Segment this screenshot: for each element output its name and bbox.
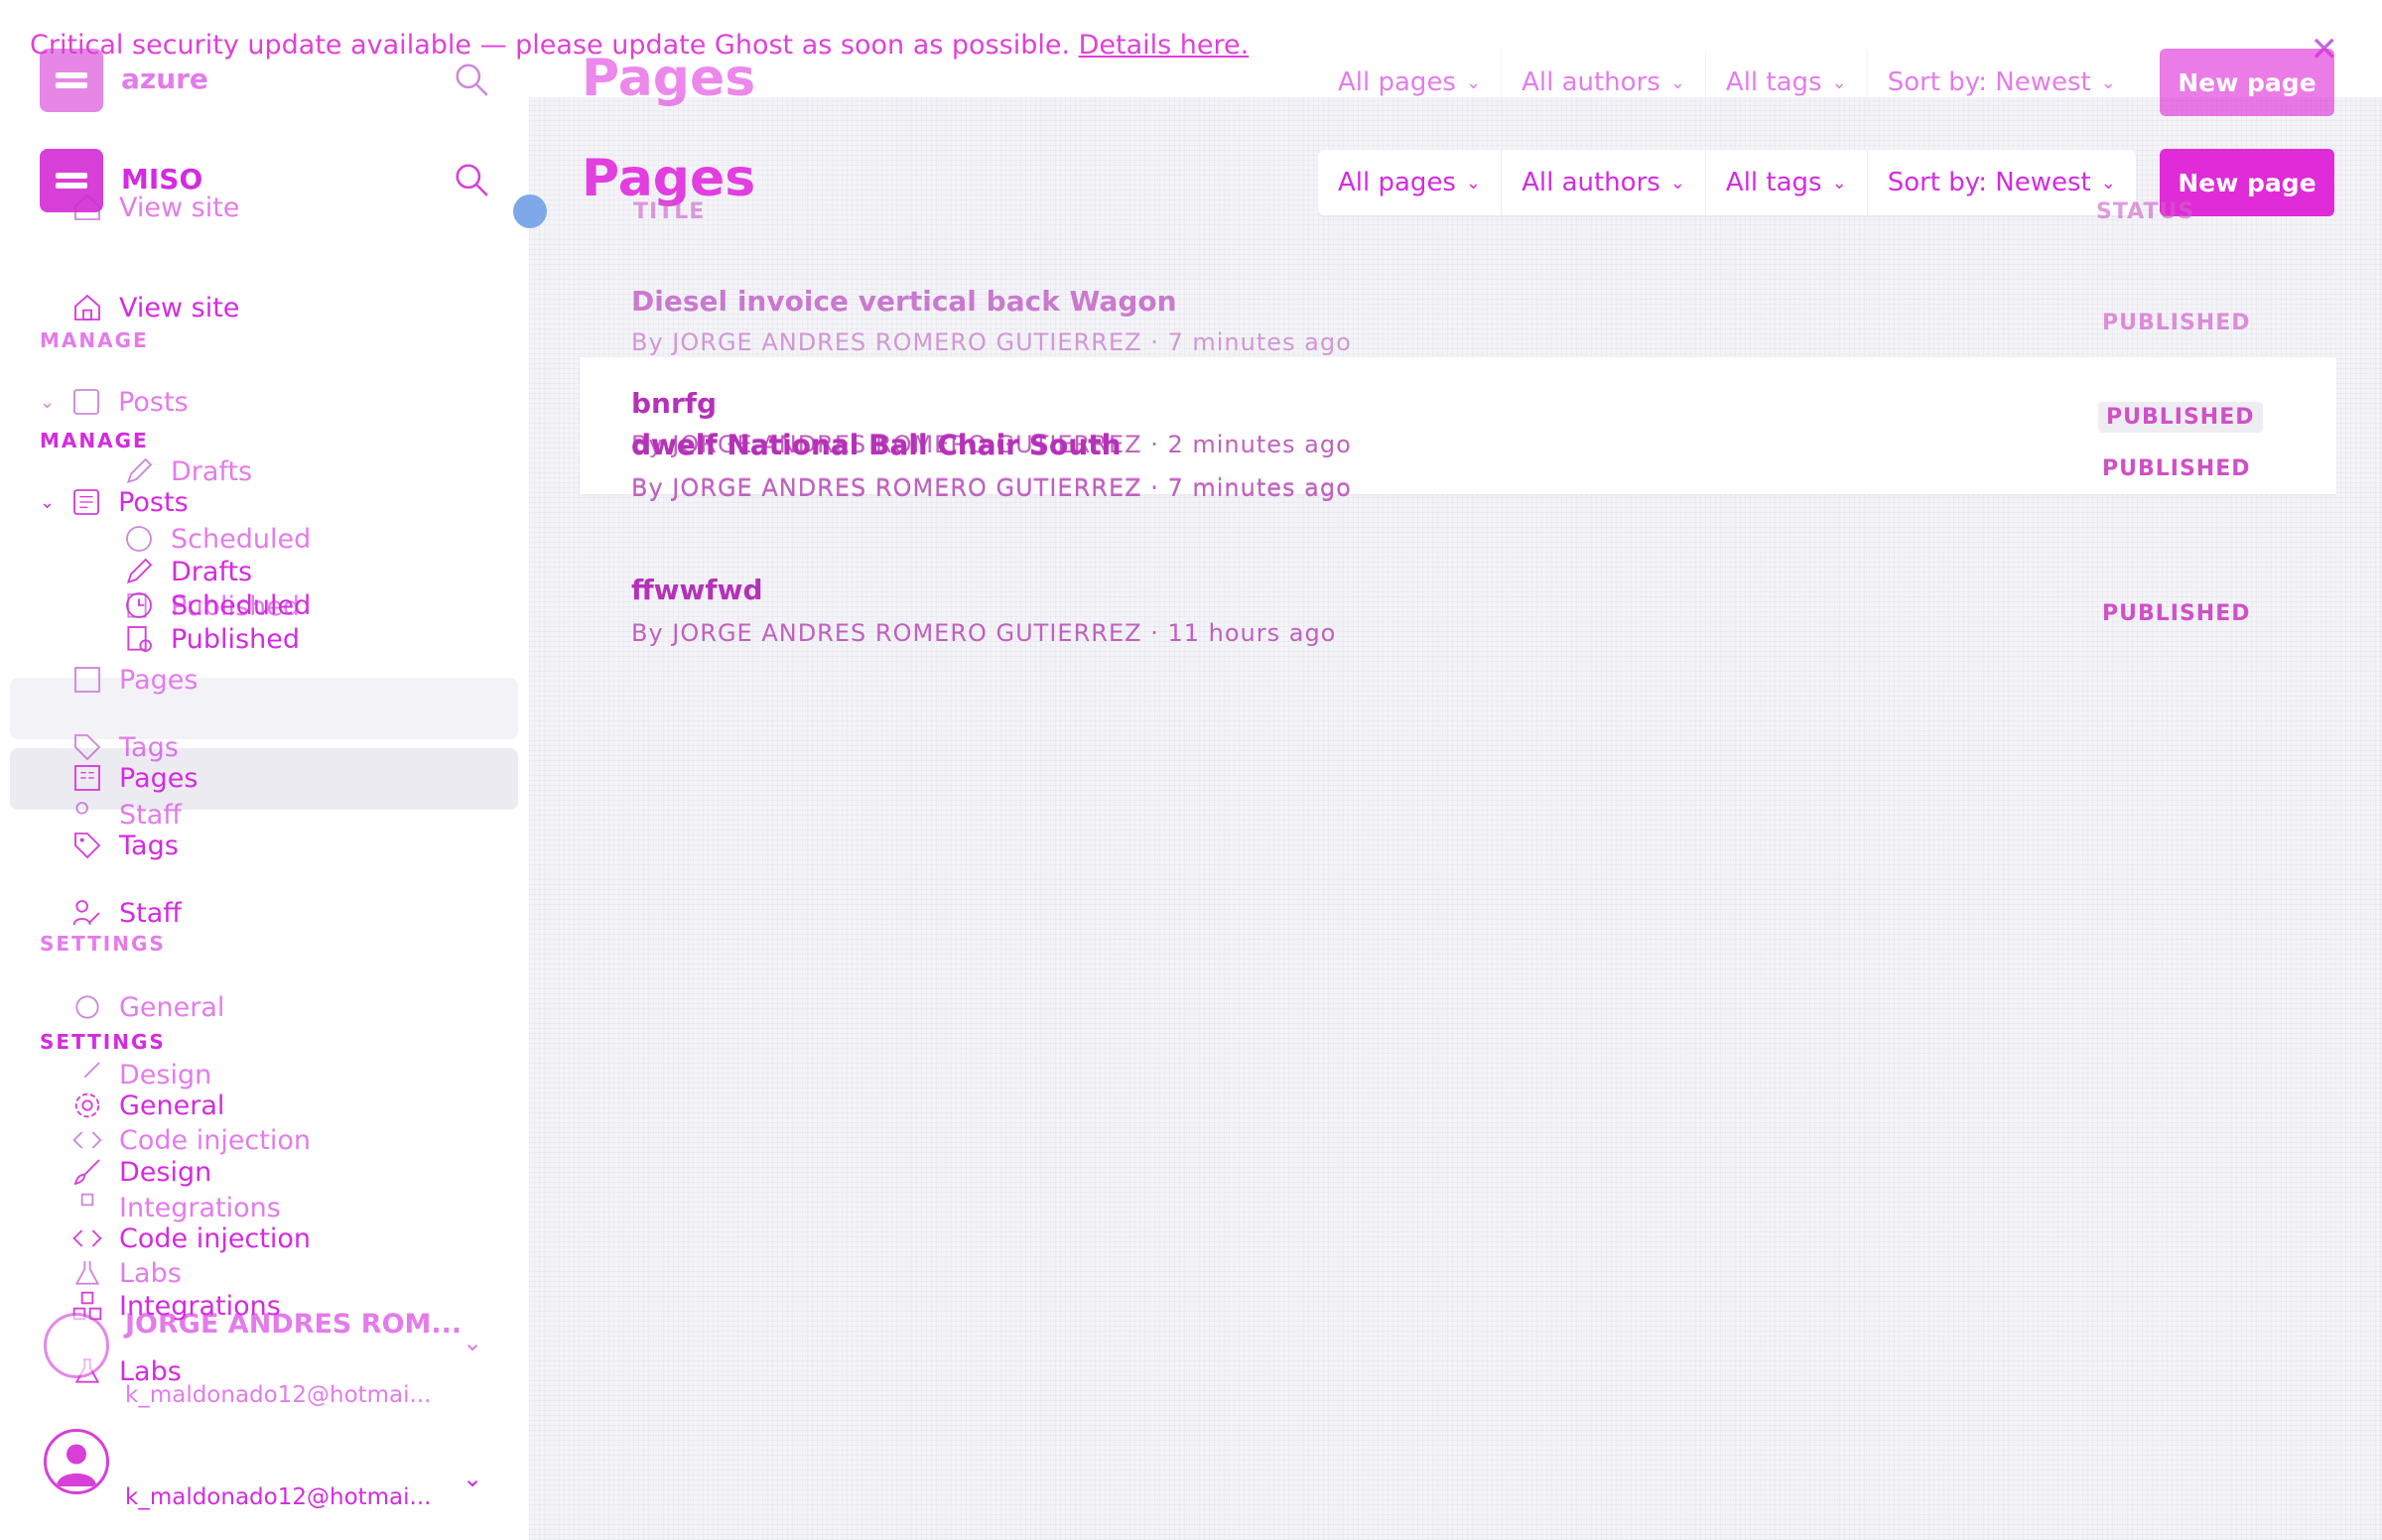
pages-icon <box>74 667 100 693</box>
user-email: k_maldonado12@hotmai... <box>125 1382 432 1408</box>
brush-icon <box>83 1062 100 1079</box>
sidebar-item-code-injection[interactable]: Code injection <box>71 1124 311 1156</box>
code-icon <box>72 1131 102 1149</box>
sidebar-item-posts[interactable]: ⌄ Posts <box>40 386 189 418</box>
design-label: Design <box>119 1059 212 1091</box>
staff-label: Staff <box>119 799 182 831</box>
published-icon <box>127 593 147 618</box>
user-icon <box>57 1444 96 1486</box>
settings-section-label: SETTINGS <box>40 932 166 956</box>
sort-label: Sort by: Newest <box>1887 67 2091 97</box>
row-title[interactable]: dwelf National Ball Chair South <box>631 428 1122 460</box>
sidebar-item-scheduled[interactable]: Scheduled <box>123 523 311 555</box>
sidebar-item-tags[interactable]: Tags <box>71 731 179 763</box>
chevron-down-icon: ⌄ <box>40 391 56 413</box>
filter-authors-dropdown[interactable]: All authors ⌄ <box>1502 50 1706 115</box>
sidebar-item-general[interactable]: General <box>71 991 224 1023</box>
chevron-down-icon: ⌄ <box>2100 71 2116 93</box>
row-meta: By JORGE ANDRES ROMERO GUTIERREZ · 7 min… <box>631 473 1352 501</box>
manage-section-label: MANAGE <box>40 328 149 352</box>
new-page-button[interactable]: New page <box>2160 49 2334 116</box>
gear-icon <box>75 995 99 1019</box>
user-menu-chevron-icon[interactable]: ⌄ <box>463 1465 482 1492</box>
sidebar-item-drafts[interactable]: Drafts <box>123 455 252 487</box>
posts-label: Posts <box>118 386 189 418</box>
row-meta: By JORGE ANDRES ROMERO GUTIERREZ · 7 min… <box>631 328 1352 356</box>
site-name: azure <box>121 63 208 95</box>
sidebar-item-view-site[interactable]: View site <box>71 192 239 223</box>
page-title: Pages <box>582 49 756 108</box>
column-header-status: STATUS <box>2096 199 2195 224</box>
mouse-cursor <box>513 194 547 228</box>
sidebar-item-published[interactable]: Published <box>123 590 300 622</box>
user-menu-chevron-icon[interactable]: ⌄ <box>463 1329 482 1356</box>
sidebar-item-staff[interactable]: Staff <box>71 799 182 831</box>
home-icon <box>74 193 100 220</box>
chevron-down-icon: ⌄ <box>1465 71 1482 93</box>
row-time: 7 minutes ago <box>1167 473 1352 501</box>
staff-icon <box>75 802 88 815</box>
labs-label: Labs <box>119 1257 182 1289</box>
flask-icon <box>74 1261 100 1285</box>
published-label: Published <box>171 590 300 622</box>
pages-label: Pages <box>119 664 198 696</box>
site-logo <box>40 49 103 112</box>
avatar[interactable] <box>44 1313 109 1378</box>
filter-tags-label: All tags <box>1725 67 1822 97</box>
chevron-down-icon: ⌄ <box>1669 71 1685 93</box>
filter-bar: All pages ⌄ All authors ⌄ All tags ⌄ Sort b… <box>1318 50 2136 115</box>
user-name: JORGE ANDRES ROM... <box>125 1309 463 1340</box>
sidebar-item-pages[interactable]: Pages <box>71 664 198 696</box>
integrations-label: Integrations <box>119 1192 281 1223</box>
status-badge: PUBLISHED <box>2102 311 2251 335</box>
filter-pages-label: All pages <box>1338 67 1456 97</box>
general-label: General <box>119 991 225 1023</box>
clock-icon <box>126 526 152 552</box>
tag-icon <box>74 734 101 761</box>
tags-label: Tags <box>119 731 179 763</box>
search-icon[interactable] <box>453 61 490 98</box>
integrations-icon <box>80 1193 94 1207</box>
view-site-label: View site <box>119 192 240 223</box>
user-email: k_maldonado12@hotmai... <box>125 1484 432 1510</box>
row-separator: · <box>1150 328 1159 356</box>
posts-icon <box>73 389 100 415</box>
filter-pages-dropdown[interactable]: All pages ⌄ <box>1318 50 1503 115</box>
chevron-down-icon: ⌄ <box>1831 71 1847 93</box>
ghost-layer: azure View site MANAGE ⌄ Posts Drafts Sc… <box>0 0 2382 1440</box>
sidebar-item-design[interactable]: Design <box>71 1059 211 1091</box>
drafts-label: Drafts <box>171 455 253 487</box>
filter-authors-label: All authors <box>1522 67 1660 97</box>
row-author: By JORGE ANDRES ROMERO GUTIERREZ <box>631 473 1142 501</box>
pencil-icon <box>126 457 153 484</box>
filter-tags-dropdown[interactable]: All tags ⌄ <box>1706 50 1868 115</box>
sidebar-item-labs[interactable]: Labs <box>71 1257 182 1289</box>
scheduled-label: Scheduled <box>171 523 312 555</box>
code-injection-label: Code injection <box>119 1124 311 1156</box>
row-time: 7 minutes ago <box>1167 328 1352 356</box>
row-title[interactable]: Diesel invoice vertical back Wagon <box>631 285 1177 318</box>
row-author: By JORGE ANDRES ROMERO GUTIERREZ <box>631 328 1142 356</box>
sort-dropdown[interactable]: Sort by: Newest ⌄ <box>1868 50 2136 115</box>
row-separator: · <box>1150 473 1159 501</box>
sidebar-item-integrations[interactable]: Integrations <box>71 1192 281 1223</box>
column-header-title: TITLE <box>633 199 706 224</box>
